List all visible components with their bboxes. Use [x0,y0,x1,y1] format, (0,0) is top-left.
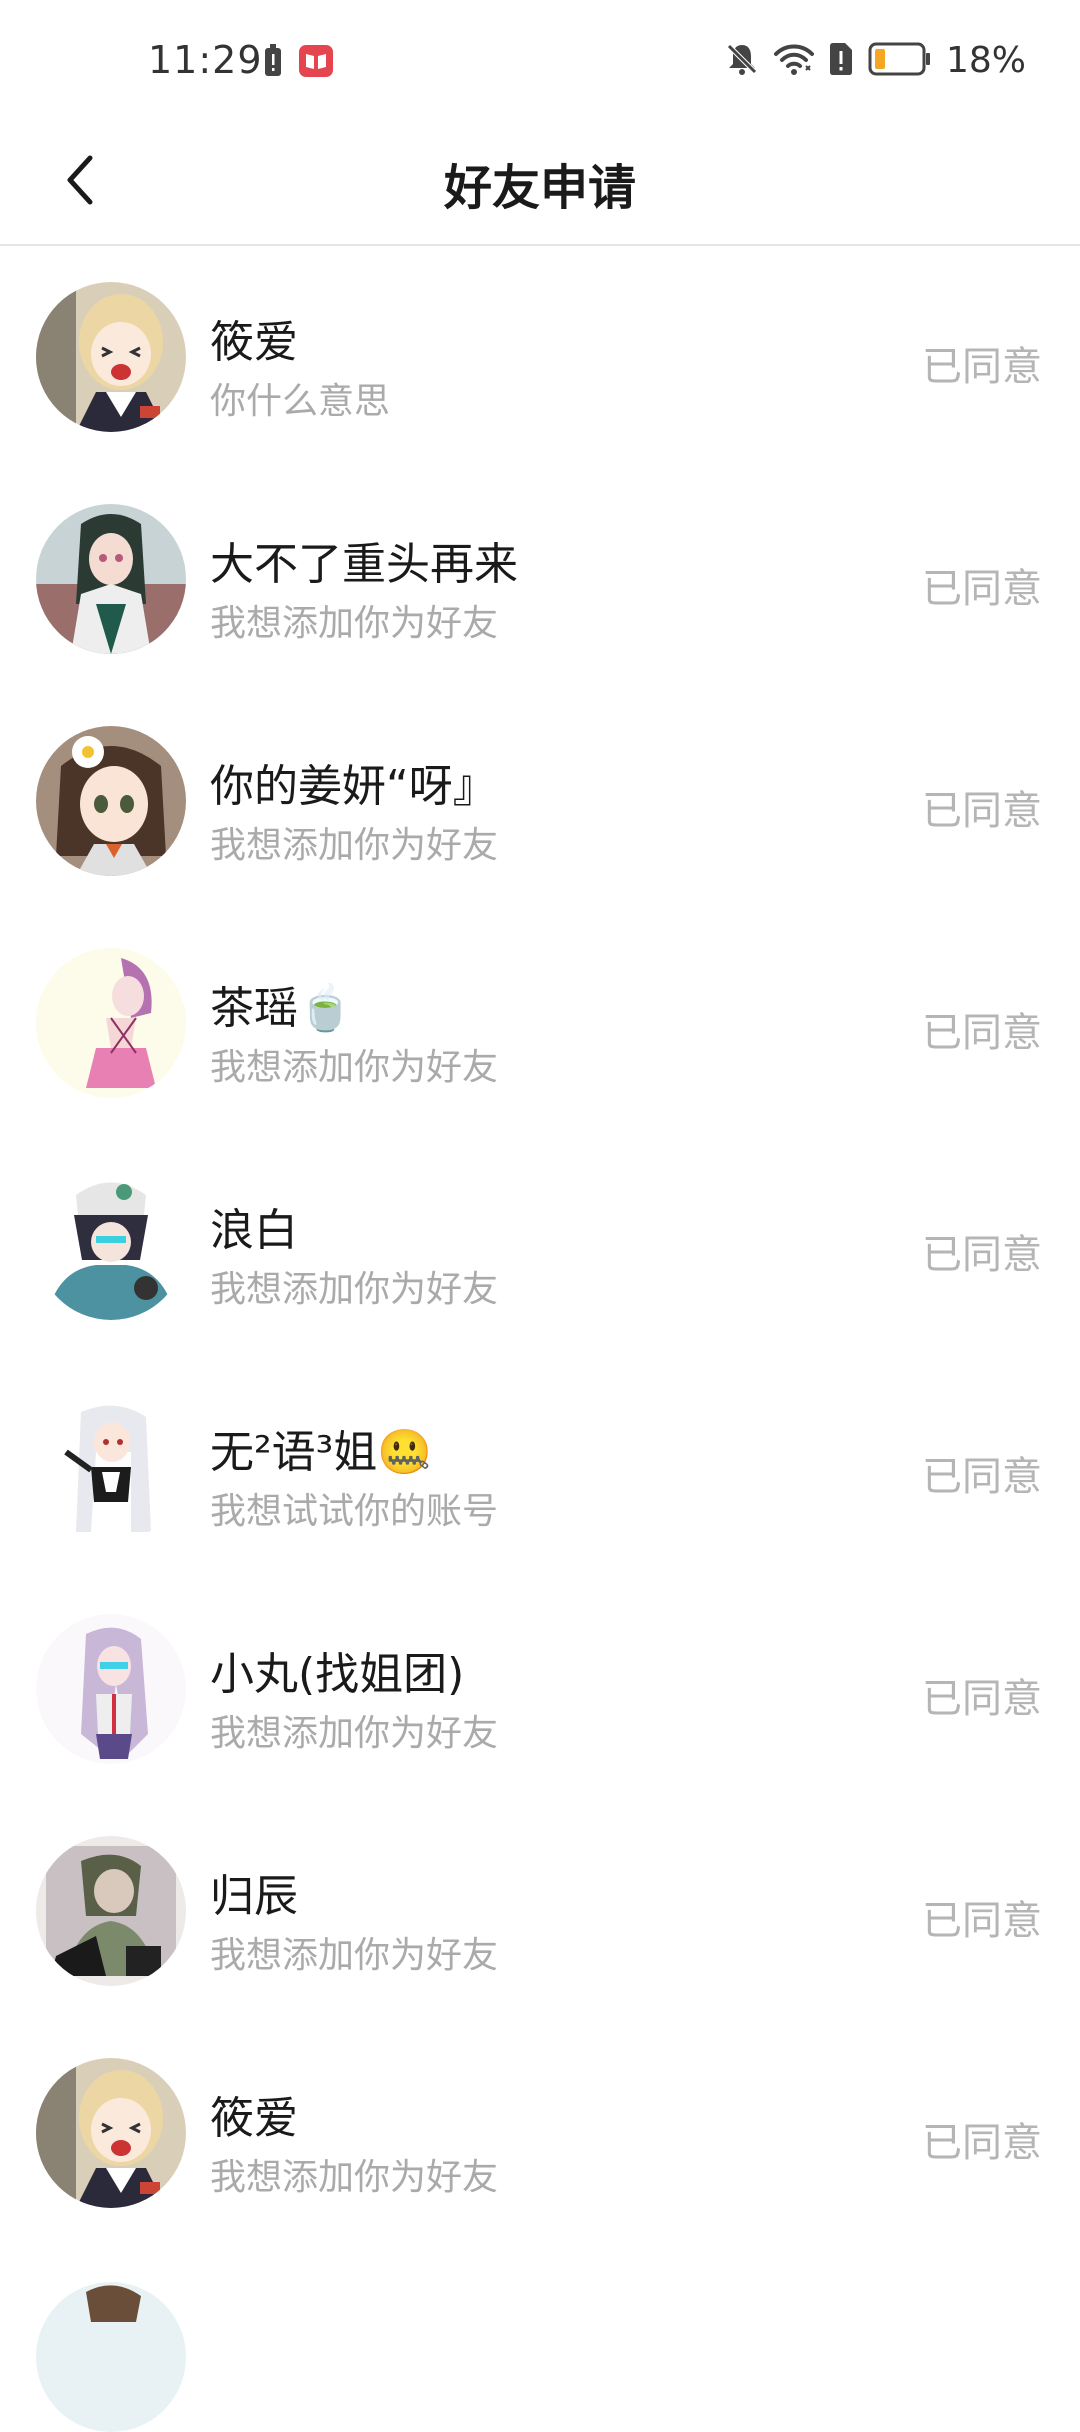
page-title: 好友申请 [443,160,636,216]
avatar[interactable] [36,1836,186,1986]
status-time: 11:29 [148,38,263,82]
request-message: 我想添加你为好友 [210,825,499,866]
battery-percent: 18% [945,40,1026,81]
request-name: 茶瑶🍵 [210,983,353,1034]
wifi-icon [773,42,814,80]
battery-icon [868,42,932,80]
battery-alert-icon [262,44,284,82]
avatar[interactable] [36,2282,186,2432]
avatar[interactable] [36,1170,186,1320]
friend-request-item[interactable]: 你的姜妍“呀』 我想添加你为好友 已同意 [0,690,1080,912]
request-name: 大不了重头再来 [210,539,518,590]
request-name: 你的姜妍“呀』 [210,761,497,812]
friend-request-item[interactable]: 浪白 我想添加你为好友 已同意 [0,1134,1080,1356]
request-message: 我想添加你为好友 [210,1047,499,1088]
request-status[interactable]: 已同意 [922,778,1042,836]
request-name: 小丸(找姐团) [210,1649,465,1700]
request-name: 浪白 [210,1205,298,1256]
request-message: 我想添加你为好友 [210,1713,499,1754]
request-status[interactable]: 已同意 [922,334,1042,392]
avatar[interactable] [36,2058,186,2208]
friend-request-item[interactable]: 小丸(找姐团) 我想添加你为好友 已同意 [0,1578,1080,1800]
nav-bar: 好友申请 [0,120,1080,246]
request-status[interactable]: 已同意 [922,1888,1042,1946]
avatar[interactable] [36,504,186,654]
request-status[interactable]: 已同意 [922,1666,1042,1724]
request-message: 我想添加你为好友 [210,1269,499,1310]
sim-alert-icon [828,42,854,80]
request-name: 无²语³姐🤐 [210,1427,433,1478]
friend-request-item[interactable]: 筱爱 你什么意思 已同意 [0,246,1080,468]
request-name: 筱爱 [210,317,298,368]
friend-request-item[interactable]: 归辰 我想添加你为好友 已同意 [0,1800,1080,2022]
friend-request-list: 筱爱 你什么意思 已同意 大不了重头再来 我想添加你为好友 已同意 你的姜妍“呀… [0,246,1080,2244]
friend-request-item[interactable]: 无²语³姐🤐 我想试试你的账号 已同意 [0,1356,1080,1578]
avatar[interactable] [36,282,186,432]
request-name: 筱爱 [210,2093,298,2144]
request-message: 我想试试你的账号 [210,1491,499,1532]
avatar[interactable] [36,1614,186,1764]
app-notification-icon [298,44,334,82]
request-message: 我想添加你为好友 [210,2157,499,2198]
request-message: 我想添加你为好友 [210,1935,499,1976]
request-status[interactable]: 已同意 [922,1444,1042,1502]
avatar[interactable] [36,1392,186,1542]
avatar[interactable] [36,948,186,1098]
friend-request-item[interactable]: 筱爱 我想添加你为好友 已同意 [0,2022,1080,2244]
request-name: 归辰 [210,1871,298,1922]
friend-request-item[interactable]: 茶瑶🍵 我想添加你为好友 已同意 [0,912,1080,1134]
request-status[interactable]: 已同意 [922,1222,1042,1280]
status-bar: 11:29 18% [0,0,1080,120]
avatar[interactable] [36,726,186,876]
request-status[interactable]: 已同意 [922,2110,1042,2168]
request-status[interactable]: 已同意 [922,1000,1042,1058]
friend-request-item[interactable]: 大不了重头再来 我想添加你为好友 已同意 [0,468,1080,690]
request-message: 我想添加你为好友 [210,603,499,644]
request-status[interactable]: 已同意 [922,556,1042,614]
bell-muted-icon [724,41,760,81]
request-message: 你什么意思 [210,381,391,422]
